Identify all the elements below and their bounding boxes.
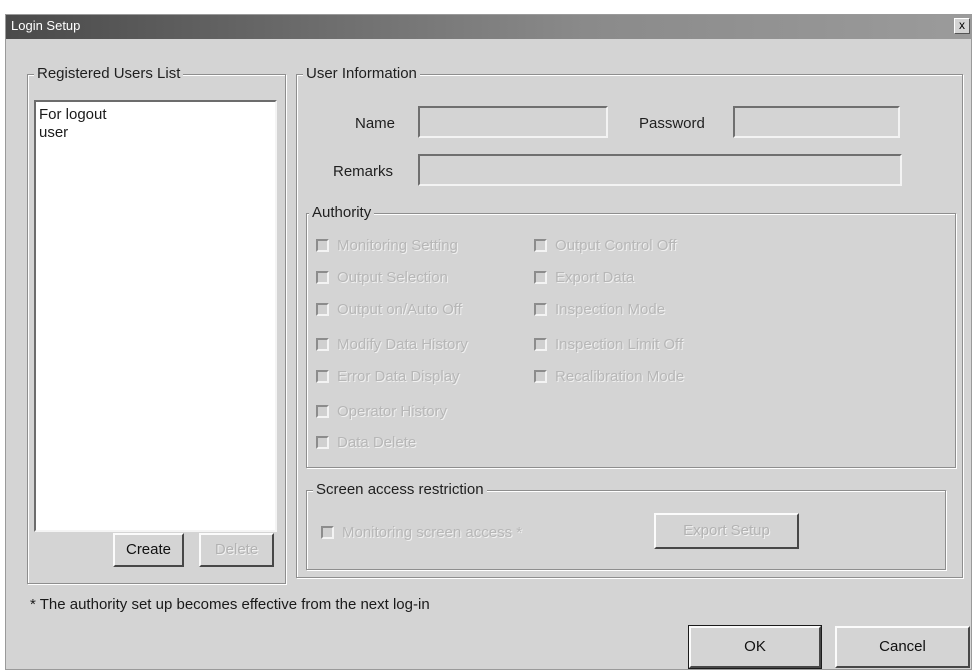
authority-checkbox-11[interactable]: Operator History — [316, 401, 447, 421]
authority-checkbox-3[interactable]: Output on/Auto Off — [316, 299, 462, 319]
checkbox[interactable] — [316, 238, 329, 252]
authority-label: Inspection Limit Off — [555, 335, 684, 353]
screen-access-checkbox[interactable]: Monitoring screen access * — [321, 522, 522, 542]
ok-button[interactable]: OK — [688, 625, 822, 669]
authority-checkbox-2[interactable]: Output Selection — [316, 267, 448, 287]
authority-label: Inspection Mode — [555, 300, 666, 318]
name-field[interactable] — [418, 106, 608, 138]
list-item-user[interactable]: user — [39, 124, 272, 142]
password-field[interactable] — [733, 106, 900, 138]
authority-label: Monitoring Setting — [337, 236, 458, 254]
checkbox[interactable] — [534, 369, 547, 383]
delete-button[interactable]: Delete — [199, 533, 274, 567]
title-bar: Login Setup x — [6, 15, 971, 39]
window-title: Login Setup — [11, 18, 81, 33]
user-information-legend: User Information — [303, 65, 420, 82]
authority-label: Output on/Auto Off — [337, 300, 462, 318]
authority-checkbox-9[interactable]: Inspection Limit Off — [534, 334, 683, 354]
authority-label: Recalibration Mode — [555, 367, 685, 385]
authority-checkbox-7[interactable]: Export Data — [534, 267, 634, 287]
screen-access-legend: Screen access restriction — [313, 481, 487, 498]
name-label: Name — [355, 115, 396, 132]
checkbox[interactable] — [534, 302, 547, 316]
registered-users-legend: Registered Users List — [34, 65, 184, 82]
cancel-button[interactable]: Cancel — [835, 626, 970, 668]
authority-checkbox-10[interactable]: Recalibration Mode — [534, 366, 684, 386]
authority-checkbox-1[interactable]: Monitoring Setting — [316, 235, 458, 255]
authority-label: Error Data Display — [337, 367, 460, 385]
authority-checkbox-4[interactable]: Modify Data History — [316, 334, 468, 354]
create-button[interactable]: Create — [113, 533, 184, 567]
password-label: Password — [639, 115, 705, 132]
authority-checkbox-12[interactable]: Data Delete — [316, 432, 416, 452]
checkbox[interactable] — [534, 270, 547, 284]
checkbox[interactable] — [316, 337, 329, 351]
checkbox[interactable] — [316, 369, 329, 383]
authority-label: Export Data — [555, 268, 635, 286]
list-item-for-logout[interactable]: For logout — [39, 106, 272, 124]
checkbox[interactable] — [316, 270, 329, 284]
remarks-field[interactable] — [418, 154, 902, 186]
checkbox[interactable] — [316, 302, 329, 316]
close-button[interactable]: x — [954, 18, 970, 34]
authority-checkbox-6[interactable]: Output Control Off — [534, 235, 676, 255]
close-icon: x — [959, 18, 965, 32]
checkbox[interactable] — [534, 337, 547, 351]
checkbox[interactable] — [316, 435, 329, 449]
authority-label: Data Delete — [337, 433, 417, 451]
login-setup-dialog: Login Setup x Registered Users List For … — [5, 14, 972, 670]
authority-label: Modify Data History — [337, 335, 468, 353]
users-listbox[interactable]: For logout user — [34, 100, 277, 532]
checkbox[interactable] — [534, 238, 547, 252]
authority-legend: Authority — [309, 204, 375, 221]
remarks-label: Remarks — [333, 163, 394, 180]
screen-access-label: Monitoring screen access * — [342, 523, 523, 541]
authority-checkbox-8[interactable]: Inspection Mode — [534, 299, 665, 319]
authority-checkbox-5[interactable]: Error Data Display — [316, 366, 460, 386]
authority-label: Output Selection — [337, 268, 448, 286]
export-setup-button[interactable]: Export Setup — [654, 513, 799, 549]
checkbox[interactable] — [321, 525, 334, 539]
authority-label: Operator History — [337, 402, 448, 420]
authority-note: * The authority set up becomes effective… — [30, 596, 430, 613]
checkbox[interactable] — [316, 404, 329, 418]
authority-label: Output Control Off — [555, 236, 677, 254]
